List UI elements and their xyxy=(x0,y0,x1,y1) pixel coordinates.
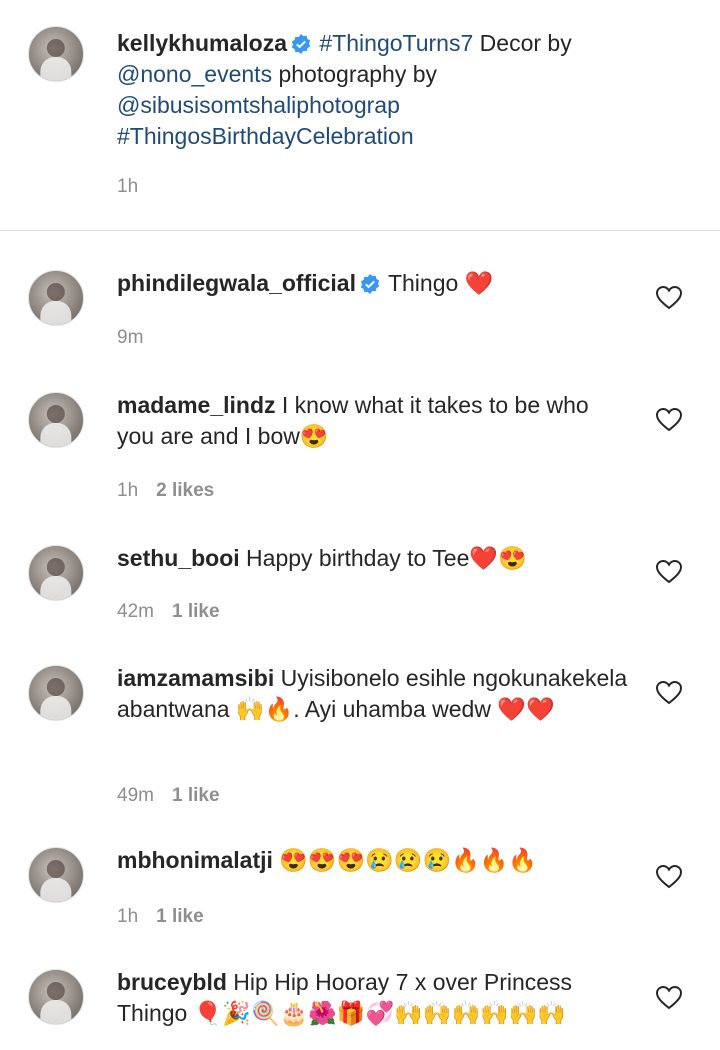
comment-text: bruceybld Hip Hip Hooray 7 x over Prince… xyxy=(117,967,632,1029)
caption-meta: 1h xyxy=(117,175,138,199)
comment-meta: 42m 1 like xyxy=(117,600,220,624)
heart-outline-icon[interactable] xyxy=(655,864,683,889)
heart-outline-icon[interactable] xyxy=(655,407,683,432)
likes-count[interactable]: 1 like xyxy=(172,601,220,622)
avatar-photo xyxy=(46,38,66,58)
timestamp: 1h xyxy=(117,480,139,501)
verified-badge-icon xyxy=(360,274,380,294)
comment-meta: 9m xyxy=(117,326,143,350)
avatar-photo-body xyxy=(40,56,72,81)
avatar-photo xyxy=(46,282,66,302)
comment-body: Happy birthday to Tee❤️😍 xyxy=(239,545,527,571)
avatar-photo xyxy=(46,677,66,697)
avatar-photo-body xyxy=(40,999,72,1024)
heart-outline-icon[interactable] xyxy=(655,285,683,310)
comment-username[interactable]: phindilegwala_official xyxy=(117,270,356,296)
avatar-photo-body xyxy=(40,695,72,720)
avatar[interactable] xyxy=(28,26,84,82)
timestamp: 1h xyxy=(117,906,139,927)
caption-link[interactable]: #ThingosBirthdayCelebration xyxy=(117,123,414,149)
caption-text: kellykhumaloza #ThingoTurns7 Decor by @n… xyxy=(117,28,632,152)
comment-username[interactable]: iamzamamsibi xyxy=(117,665,274,691)
caption-text-part: photography by xyxy=(272,61,438,87)
comment-username[interactable]: bruceybld xyxy=(117,969,227,995)
avatar[interactable] xyxy=(28,392,84,448)
comment-meta: 1h 1 like xyxy=(117,905,204,929)
avatar-photo xyxy=(46,981,66,1001)
avatar[interactable] xyxy=(28,545,84,601)
caption-username[interactable]: kellykhumaloza xyxy=(117,30,287,56)
likes-count[interactable]: 2 likes xyxy=(156,480,214,501)
avatar[interactable] xyxy=(28,847,84,903)
avatar[interactable] xyxy=(28,270,84,326)
timestamp: 49m xyxy=(117,785,154,806)
avatar-photo-body xyxy=(40,300,72,325)
comment-username[interactable]: mbhonimalatji xyxy=(117,847,273,873)
timestamp: 42m xyxy=(117,601,154,622)
caption-link[interactable]: @sibusisomtshaliphotograp xyxy=(117,92,400,118)
comment-text: sethu_booi Happy birthday to Tee❤️😍 xyxy=(117,543,632,574)
comment-body: Thingo ❤️ xyxy=(381,270,494,296)
comment-username[interactable]: madame_lindz xyxy=(117,392,276,418)
comment-body: 😍😍😍😢😢😢🔥🔥🔥 xyxy=(272,847,538,873)
heart-outline-icon[interactable] xyxy=(655,559,683,584)
avatar-photo xyxy=(46,859,66,879)
comment-text: phindilegwala_official Thingo ❤️ xyxy=(117,268,632,299)
caption-link[interactable]: @nono_events xyxy=(117,61,272,87)
comment-text: mbhonimalatji 😍😍😍😢😢😢🔥🔥🔥 xyxy=(117,845,632,876)
comment-meta: 49m 1 like xyxy=(117,784,220,808)
avatar-photo-body xyxy=(40,877,72,902)
likes-count[interactable]: 1 like xyxy=(156,906,204,927)
avatar-photo xyxy=(46,557,66,577)
timestamp: 9m xyxy=(117,327,144,348)
comment-text: iamzamamsibi Uyisibonelo esihle ngokunak… xyxy=(117,663,632,725)
avatar[interactable] xyxy=(28,969,84,1025)
comment-meta: 1h 2 likes xyxy=(117,479,214,503)
avatar-photo-body xyxy=(40,575,72,600)
verified-badge-icon xyxy=(291,34,311,54)
divider xyxy=(0,230,720,231)
timestamp: 1h xyxy=(117,176,139,197)
avatar-photo xyxy=(46,404,66,424)
likes-count[interactable]: 1 like xyxy=(172,785,220,806)
caption-link[interactable]: #ThingoTurns7 xyxy=(319,30,473,56)
comment-text: madame_lindz I know what it takes to be … xyxy=(117,390,632,452)
caption-text-part: Decor by xyxy=(473,30,572,56)
heart-outline-icon[interactable] xyxy=(655,985,683,1010)
heart-outline-icon[interactable] xyxy=(655,680,683,705)
comment-username[interactable]: sethu_booi xyxy=(117,545,240,571)
avatar-photo-body xyxy=(40,422,72,447)
avatar[interactable] xyxy=(28,665,84,721)
